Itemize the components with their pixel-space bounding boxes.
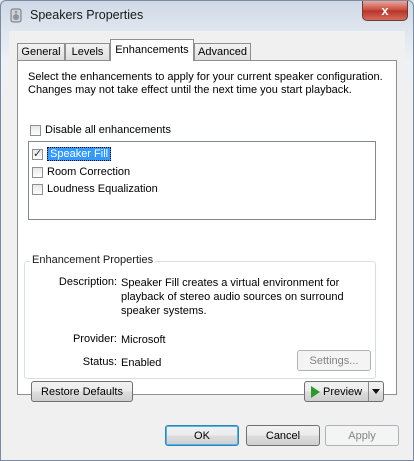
chevron-down-icon	[372, 389, 380, 394]
tab-enhancements[interactable]: Enhancements	[110, 39, 194, 61]
speaker-fill-checkbox[interactable]: ✓	[32, 147, 43, 160]
play-icon	[311, 385, 320, 398]
close-button[interactable]: x	[362, 1, 408, 21]
preview-label: Preview	[323, 385, 363, 398]
room-correction-checkbox[interactable]	[32, 166, 43, 178]
preview-button[interactable]: Preview	[304, 381, 384, 402]
disable-all-label: Disable all enhancements	[45, 124, 171, 136]
cancel-button[interactable]: Cancel	[246, 425, 320, 446]
apply-button[interactable]: Apply	[325, 425, 399, 446]
enhancements-panel: Select the enhancements to apply for you…	[17, 60, 397, 395]
list-item-loudness-equalization[interactable]: Loudness Equalization	[32, 181, 158, 197]
restore-defaults-button[interactable]: Restore Defaults	[31, 381, 133, 402]
list-item-label: Loudness Equalization	[47, 183, 158, 195]
tab-levels[interactable]: Levels	[65, 43, 110, 60]
settings-button[interactable]: Settings...	[297, 350, 371, 371]
description-label: Description:	[58, 276, 117, 288]
list-item-label: Speaker Fill	[47, 147, 112, 161]
tab-general[interactable]: General	[17, 43, 65, 60]
enhancement-properties-group: Enhancement Properties Description: Spea…	[24, 254, 376, 379]
provider-value: Microsoft	[121, 334, 166, 346]
list-item-speaker-fill[interactable]: ✓ Speaker Fill	[32, 146, 112, 162]
enhancements-list[interactable]: ✓ Speaker Fill Room Correction Loudness …	[28, 141, 376, 220]
group-title: Enhancement Properties	[30, 254, 156, 266]
preview-dropdown-arrow[interactable]	[368, 382, 383, 401]
window-title: Speakers Properties	[30, 8, 144, 22]
status-label: Status:	[82, 356, 117, 368]
loudness-equalization-checkbox[interactable]	[32, 183, 43, 195]
tab-advanced[interactable]: Advanced	[194, 43, 251, 60]
list-item-label: Room Correction	[47, 166, 131, 178]
title-bar[interactable]: Speakers Properties x	[1, 1, 413, 31]
close-icon: x	[381, 3, 389, 18]
disable-all-checkbox[interactable]: Disable all enhancements	[30, 124, 171, 136]
description-value: Speaker Fill creates a virtual environme…	[121, 277, 344, 317]
speaker-icon	[10, 8, 22, 23]
dialog-client-area: General Levels Enhancements Advanced Sel…	[9, 31, 405, 452]
list-item-room-correction[interactable]: Room Correction	[32, 164, 130, 180]
disable-all-checkbox-box[interactable]	[30, 124, 41, 136]
checkmark-icon: ✓	[33, 147, 43, 160]
properties-window: Speakers Properties x General Levels Enh…	[0, 0, 414, 461]
provider-label: Provider:	[72, 333, 117, 345]
ok-button[interactable]: OK	[165, 425, 239, 446]
instructions-text: Select the enhancements to apply for you…	[28, 71, 383, 96]
